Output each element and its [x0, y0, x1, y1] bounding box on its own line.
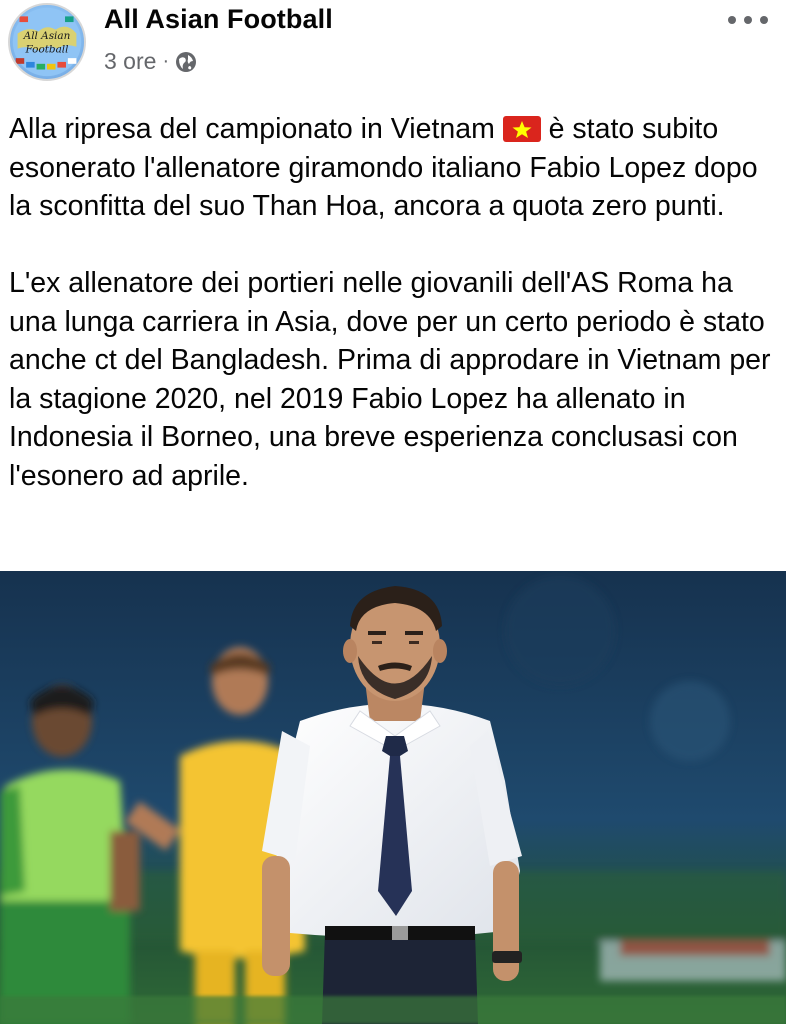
more-options-icon-dot: [744, 16, 752, 24]
more-options-icon-dot: [760, 16, 768, 24]
post-paragraph-1: Alla ripresa del campionato in Vietnam è…: [9, 110, 781, 226]
avatar-text-line1: All Asian: [23, 30, 71, 42]
page-avatar[interactable]: All Asian Football: [8, 3, 86, 81]
post-time[interactable]: 3 ore: [104, 48, 156, 75]
paragraph-1-part-a: Alla ripresa del campionato in Vietnam: [9, 113, 503, 145]
page-name-link[interactable]: All Asian Football: [104, 4, 333, 35]
avatar-text-line2: Football: [25, 43, 69, 55]
post-photo[interactable]: [0, 571, 786, 1024]
post-paragraph-2: L'ex allenatore dei portieri nelle giova…: [9, 267, 771, 492]
globe-icon: [175, 51, 197, 73]
meta-separator: ·: [162, 50, 170, 72]
post-header: All Asian Football All Asian Football 3 …: [0, 0, 786, 100]
more-options-icon: [728, 16, 736, 24]
vietnam-flag-icon: [502, 114, 541, 142]
more-options-button[interactable]: [728, 8, 768, 32]
post-body: Alla ripresa del campionato in Vietnam è…: [9, 110, 781, 495]
post-meta: 3 ore ·: [104, 48, 197, 75]
